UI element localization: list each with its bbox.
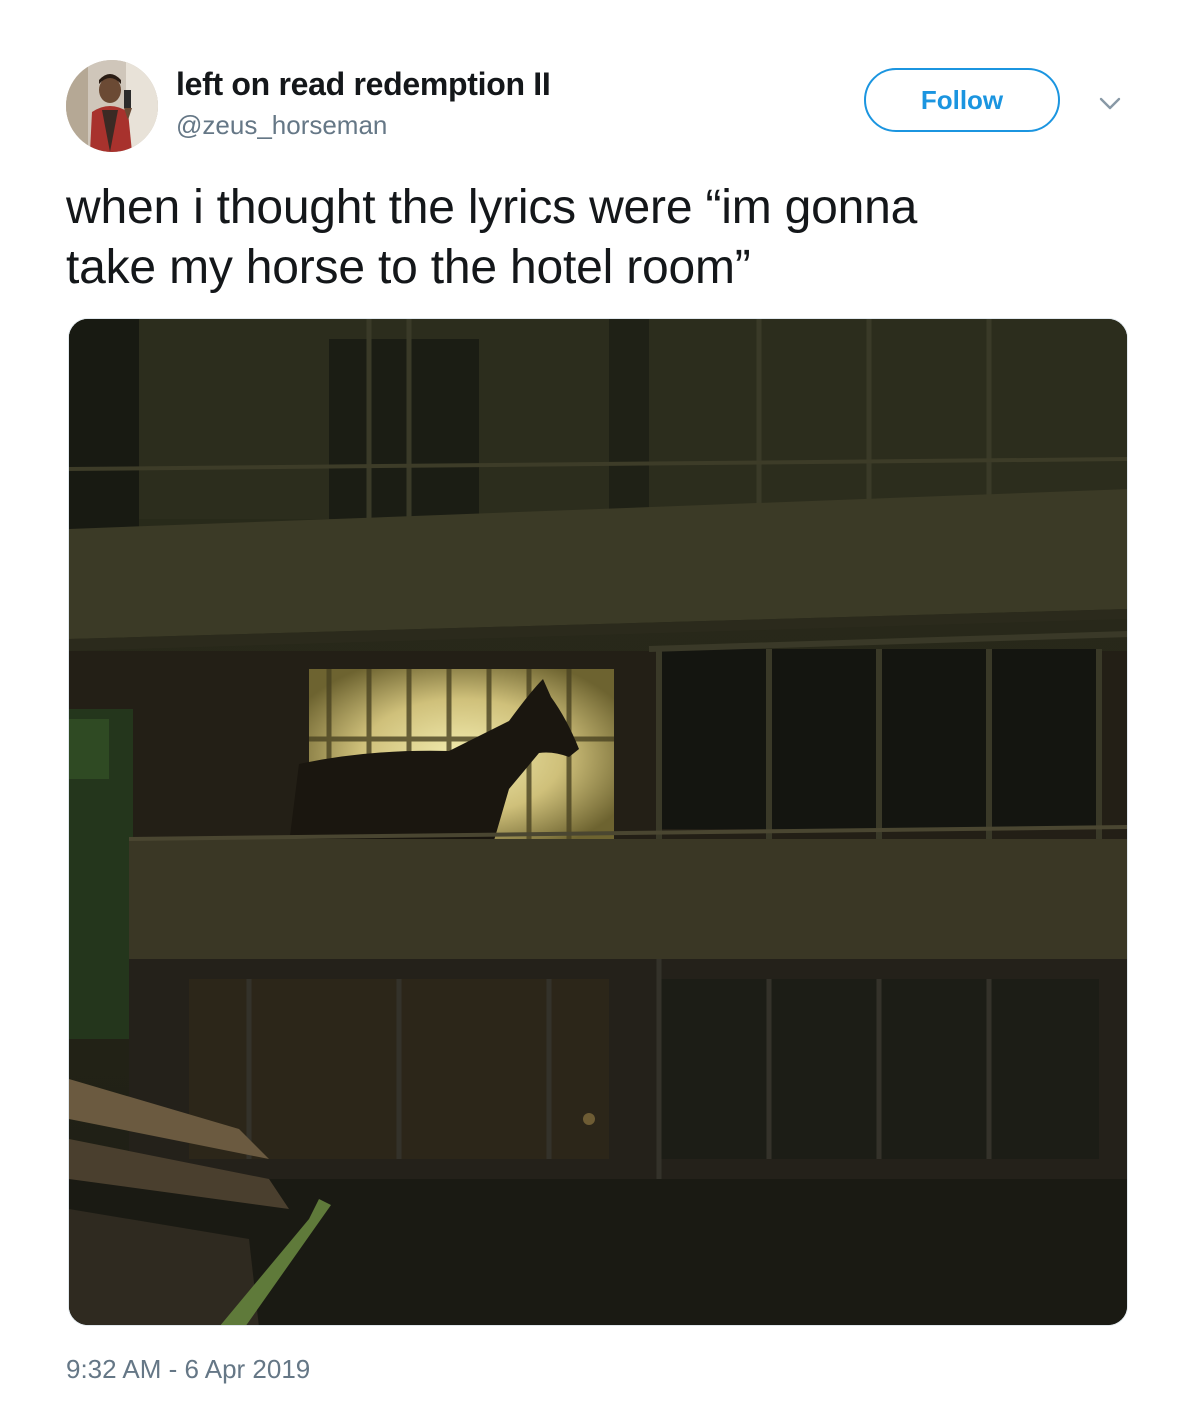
horse-on-balcony-photo bbox=[69, 319, 1127, 1325]
follow-button[interactable]: Follow bbox=[864, 68, 1060, 132]
chevron-down-icon[interactable] bbox=[1096, 92, 1124, 116]
tweet-card: left on read redemption II @zeus_horsema… bbox=[0, 0, 1200, 1408]
tweet-text: when i thought the lyrics were “im gonna… bbox=[66, 178, 1126, 298]
tweet-photo[interactable] bbox=[68, 318, 1128, 1326]
tweet-text-line-2: take my horse to the hotel room” bbox=[66, 241, 751, 294]
author-handle[interactable]: @zeus_horseman bbox=[176, 110, 387, 141]
tweet-text-line-1: when i thought the lyrics were “im gonna bbox=[66, 181, 918, 234]
author-display-name[interactable]: left on read redemption II bbox=[176, 66, 551, 103]
avatar[interactable] bbox=[66, 60, 158, 152]
tweet-timestamp[interactable]: 9:32 AM - 6 Apr 2019 bbox=[66, 1354, 310, 1385]
avatar-image bbox=[66, 60, 158, 152]
